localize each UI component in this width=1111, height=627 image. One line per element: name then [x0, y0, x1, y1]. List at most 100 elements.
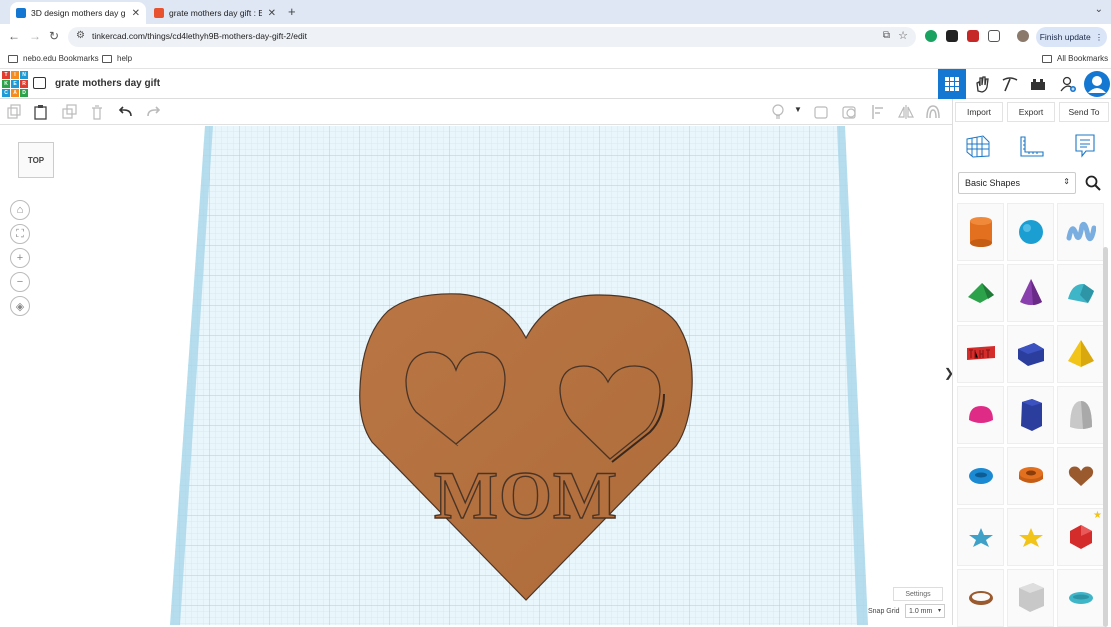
- star-icon: [968, 528, 993, 547]
- shape-half-sphere[interactable]: [957, 386, 1004, 444]
- shape-heart[interactable]: [1057, 447, 1104, 505]
- mirror-icon[interactable]: [898, 104, 914, 120]
- search-button[interactable]: [1080, 172, 1106, 194]
- brick-icon: [1031, 79, 1045, 90]
- close-icon[interactable]: ✕: [268, 8, 276, 19]
- group-icon[interactable]: [814, 104, 830, 120]
- star-icon[interactable]: ☆: [898, 29, 908, 42]
- reload-icon[interactable]: ↻: [49, 29, 59, 43]
- shape-torus[interactable]: [957, 447, 1004, 505]
- box-icon: [1017, 343, 1044, 366]
- bookmark-nebo[interactable]: nebo.edu Bookmarks: [8, 54, 99, 63]
- bookmark-help[interactable]: help: [102, 54, 132, 63]
- import-button[interactable]: Import: [955, 102, 1003, 122]
- tinkercad-logo[interactable]: T I N K E R C A D: [2, 71, 28, 97]
- mom-text[interactable]: MOM: [433, 456, 618, 533]
- extension-icon[interactable]: [967, 30, 979, 42]
- workplane-grid[interactable]: MOM: [0, 126, 952, 625]
- shape-icosahedron[interactable]: ★: [1057, 508, 1104, 566]
- user-avatar[interactable]: [1083, 69, 1111, 99]
- address-bar[interactable]: ⚙ tinkercad.com/things/cd4lethyh9B-mothe…: [68, 27, 916, 47]
- shape-sphere[interactable]: [1007, 203, 1054, 261]
- chevron-right-icon[interactable]: ❯: [944, 366, 952, 380]
- extension-icon[interactable]: [946, 30, 958, 42]
- puzzle-icon[interactable]: [988, 30, 1000, 42]
- shape-cone[interactable]: [1007, 264, 1054, 322]
- fit-view-button[interactable]: ⛶: [10, 224, 30, 244]
- cone-icon: [1019, 279, 1042, 305]
- shape-cylinder[interactable]: [957, 203, 1004, 261]
- design-list-icon[interactable]: [33, 77, 46, 89]
- logo-cell: C: [2, 89, 10, 97]
- tab-grate-gift[interactable]: grate mothers day gift : Edit ... ✕: [148, 2, 282, 24]
- snap-grid-select[interactable]: 1.0 mm ▾: [905, 604, 945, 618]
- notes-icon[interactable]: [1075, 134, 1095, 158]
- shape-scribble[interactable]: [1057, 203, 1104, 261]
- new-tab-icon[interactable]: +: [288, 4, 296, 19]
- undo-icon[interactable]: [118, 104, 134, 120]
- cruise-icon[interactable]: [925, 104, 941, 120]
- zoom-out-button[interactable]: −: [10, 272, 30, 292]
- trash-icon[interactable]: [89, 104, 105, 120]
- shape-polygon[interactable]: [1007, 386, 1054, 444]
- shape-pyramid[interactable]: [1057, 325, 1104, 383]
- bricks-button[interactable]: [1024, 69, 1052, 99]
- perspective-button[interactable]: ◈: [10, 296, 30, 316]
- copy-icon[interactable]: [6, 104, 22, 120]
- shape-category-select[interactable]: Basic Shapes ⇕: [958, 172, 1076, 194]
- tube-icon: [1018, 467, 1043, 483]
- shape-ellipsoid[interactable]: [1057, 569, 1104, 627]
- workplane-tool-icon[interactable]: [966, 134, 990, 158]
- site-info-icon[interactable]: ⚙: [76, 30, 85, 41]
- share-button[interactable]: [1054, 69, 1082, 99]
- chevron-down-icon[interactable]: ⌄: [1095, 4, 1103, 15]
- shape-star[interactable]: [957, 508, 1004, 566]
- shape-star-gold[interactable]: [1007, 508, 1054, 566]
- finish-update-button[interactable]: Finish update ⋮: [1036, 27, 1107, 47]
- shape-text[interactable]: [957, 325, 1004, 383]
- zoom-in-button[interactable]: +: [10, 248, 30, 268]
- logo-cell: K: [2, 80, 10, 88]
- ruler-icon[interactable]: [1019, 136, 1045, 158]
- settings-button[interactable]: Settings: [893, 587, 943, 601]
- shape-wedge-box[interactable]: [1007, 569, 1054, 627]
- chevron-down-icon[interactable]: ▼: [794, 105, 802, 114]
- export-button[interactable]: Export: [1007, 102, 1055, 122]
- view-cube[interactable]: TOP: [18, 142, 54, 178]
- shape-ring[interactable]: [957, 569, 1004, 627]
- lessons-button[interactable]: [996, 69, 1024, 99]
- all-bookmarks[interactable]: All Bookmarks: [1042, 54, 1108, 63]
- design-title[interactable]: grate mothers day gift: [55, 78, 160, 89]
- folder-icon: [102, 54, 112, 63]
- workplane-viewport[interactable]: MOM TOP ⌂ ⛶ + − ◈ ❯ Settings Snap Grid 1…: [0, 126, 952, 625]
- 3d-view-button[interactable]: [938, 69, 966, 99]
- logo-cell: T: [2, 71, 10, 79]
- blocks-button[interactable]: [968, 69, 996, 99]
- home-view-button[interactable]: ⌂: [10, 200, 30, 220]
- forward-icon[interactable]: →: [29, 29, 41, 43]
- chevron-down-icon: ▾: [937, 608, 941, 614]
- redo-icon[interactable]: [145, 104, 161, 120]
- lightbulb-icon[interactable]: [770, 104, 786, 120]
- shape-tube[interactable]: [1007, 447, 1054, 505]
- cast-icon[interactable]: ⧉: [883, 30, 890, 41]
- send-to-button[interactable]: Send To: [1059, 102, 1109, 122]
- shape-roof[interactable]: [957, 264, 1004, 322]
- shape-round-roof[interactable]: [1057, 264, 1104, 322]
- back-icon[interactable]: ←: [8, 29, 20, 43]
- tab-3d-design[interactable]: 3D design mothers day gift 2 ✕: [10, 2, 146, 24]
- duplicate-icon[interactable]: [62, 104, 78, 120]
- profile-avatar[interactable]: [1017, 30, 1029, 42]
- grammarly-extension-icon[interactable]: [925, 30, 937, 42]
- favorite-star-icon[interactable]: ★: [1093, 510, 1102, 521]
- shape-paraboloid[interactable]: [1057, 386, 1104, 444]
- panel-scrollbar[interactable]: [1103, 247, 1108, 627]
- close-icon[interactable]: ✕: [132, 8, 140, 19]
- logo-cell: D: [20, 89, 28, 97]
- ungroup-icon[interactable]: [842, 104, 858, 120]
- logo-cell: A: [11, 89, 19, 97]
- shape-box[interactable]: [1007, 325, 1054, 383]
- paste-icon[interactable]: [33, 104, 49, 120]
- align-icon[interactable]: [871, 104, 887, 120]
- url-text[interactable]: tinkercad.com/things/cd4lethyh9B-mothers…: [92, 31, 307, 41]
